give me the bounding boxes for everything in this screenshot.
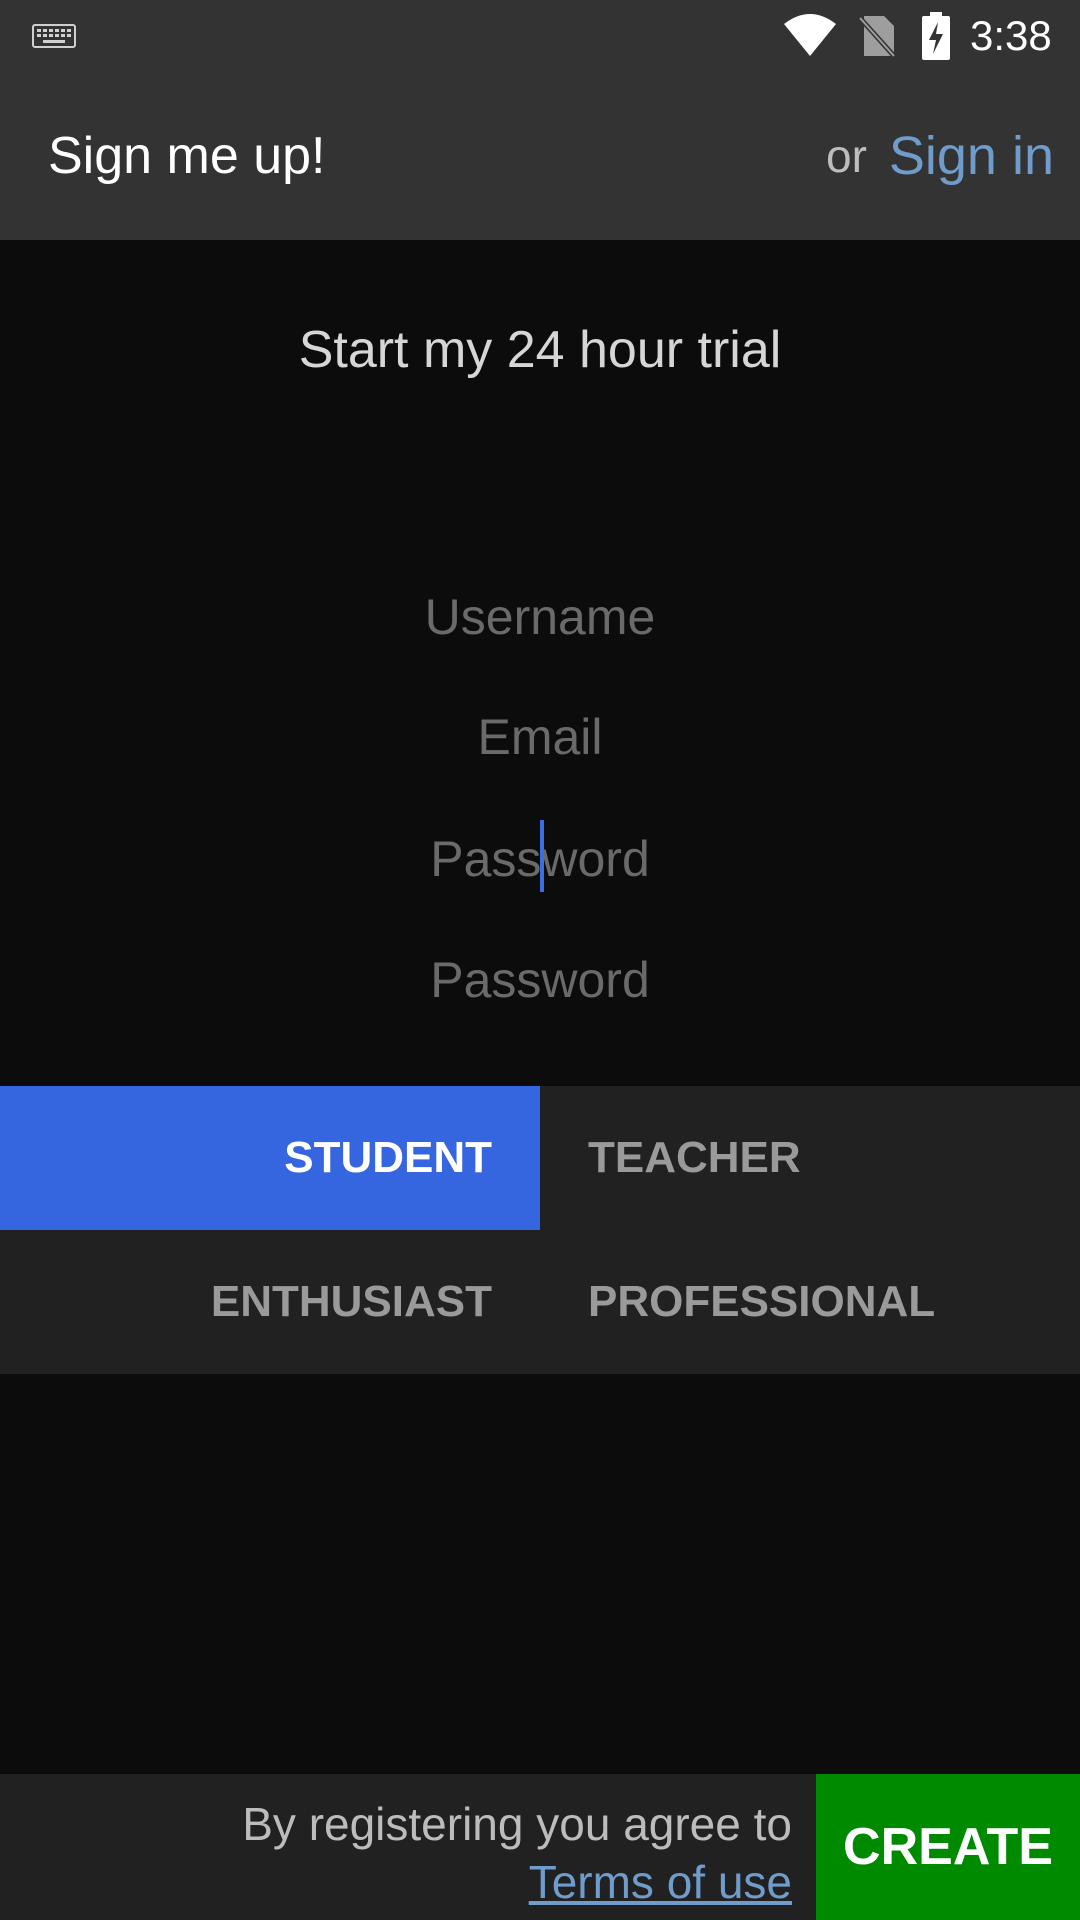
wifi-icon bbox=[784, 14, 836, 56]
keyboard-icon bbox=[32, 24, 76, 48]
confirm-password-field[interactable] bbox=[240, 935, 840, 1025]
footer-bar: By registering you agree to Terms of use… bbox=[0, 1774, 1080, 1920]
create-button[interactable]: CREATE bbox=[816, 1774, 1080, 1920]
sign-in-link[interactable]: Sign in bbox=[889, 72, 1054, 240]
page-title: Sign me up! bbox=[48, 127, 326, 185]
role-student-button[interactable]: STUDENT bbox=[0, 1086, 540, 1230]
username-field[interactable] bbox=[240, 572, 840, 662]
terms-of-use-link[interactable]: Terms of use bbox=[529, 1854, 792, 1910]
trial-heading: Start my 24 hour trial bbox=[298, 321, 782, 379]
no-sim-icon bbox=[858, 16, 896, 58]
role-selector: STUDENT TEACHER ENTHUSIAST PROFESSIONAL bbox=[0, 1086, 1080, 1374]
app-bar: Sign me up! or Sign in bbox=[0, 72, 1080, 240]
signup-screen: 3:38 Sign me up! or Sign in Start my 24 … bbox=[0, 0, 1080, 1920]
email-field[interactable] bbox=[240, 692, 840, 782]
agreement-text: By registering you agree to bbox=[242, 1798, 792, 1850]
role-professional-button[interactable]: PROFESSIONAL bbox=[540, 1230, 1080, 1374]
battery-charging-icon bbox=[922, 12, 950, 60]
role-enthusiast-button[interactable]: ENTHUSIAST bbox=[0, 1230, 540, 1374]
role-teacher-button[interactable]: TEACHER bbox=[540, 1086, 1080, 1230]
status-time: 3:38 bbox=[970, 12, 1052, 59]
or-label: or bbox=[826, 130, 867, 182]
text-cursor bbox=[540, 820, 544, 892]
status-bar: 3:38 bbox=[0, 0, 1080, 72]
